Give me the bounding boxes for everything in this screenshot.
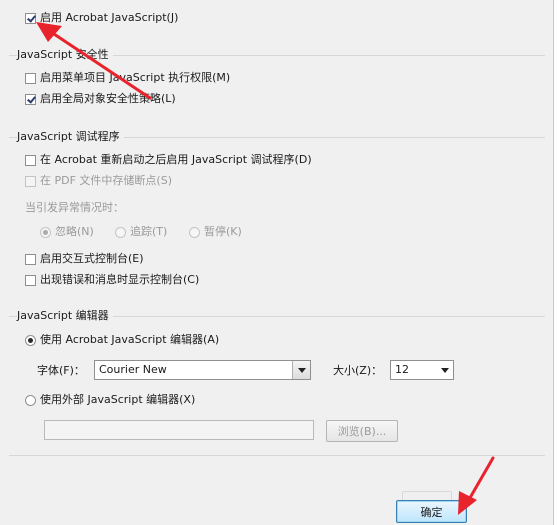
exception-pause-radio-row: 暂停(K) (189, 224, 242, 240)
menu-js-checkbox-row[interactable]: 启用菜单项目 JavaScript 执行权限(M) (25, 70, 230, 86)
global-security-checkbox-row[interactable]: 启用全局对象安全性策略(L) (25, 91, 176, 107)
exception-ignore-radio-row: 忽略(N) (40, 224, 94, 240)
chevron-down-icon[interactable] (292, 361, 310, 379)
exception-label: 当引发异常情况时： (25, 201, 124, 214)
debugger-restart-checkbox-row[interactable]: 在 Acrobat 重新启动之后启用 JavaScript 调试程序(D) (25, 152, 312, 168)
bottom-divider (9, 455, 545, 456)
debugger-restart-label: 在 Acrobat 重新启动之后启用 JavaScript 调试程序(D) (40, 153, 312, 166)
editor-group: JavaScript 编辑器 (9, 309, 545, 323)
exception-ignore-radio (40, 226, 51, 238)
browse-button-label: 浏览(B)... (337, 425, 387, 438)
show-console-checkbox[interactable] (25, 274, 36, 286)
use-external-editor-label: 使用外部 JavaScript 编辑器(X) (40, 393, 196, 406)
use-acrobat-editor-radio[interactable] (25, 334, 36, 346)
font-select-value: Courier New (99, 363, 167, 376)
size-label: 大小(Z)： (333, 364, 383, 377)
store-breakpoints-label: 在 PDF 文件中存储断点(S) (40, 174, 172, 187)
debugger-restart-checkbox[interactable] (25, 154, 36, 166)
use-acrobat-editor-radio-row[interactable]: 使用 Acrobat JavaScript 编辑器(A) (25, 332, 219, 348)
ok-button[interactable]: 确定 (396, 500, 467, 523)
menu-js-label: 启用菜单项目 JavaScript 执行权限(M) (40, 71, 231, 84)
exception-ignore-label: 忽略(N) (55, 225, 94, 238)
editor-group-title: JavaScript 编辑器 (17, 309, 113, 323)
store-breakpoints-checkbox-row: 在 PDF 文件中存储断点(S) (25, 173, 172, 189)
use-external-editor-radio-row[interactable]: 使用外部 JavaScript 编辑器(X) (25, 392, 195, 408)
enable-js-checkbox-row[interactable]: 启用 Acrobat JavaScript(J) (25, 10, 178, 26)
debugger-group-title: JavaScript 调试程序 (17, 130, 124, 144)
global-security-checkbox[interactable] (25, 93, 36, 105)
font-label: 字体(F)： (37, 364, 85, 377)
browse-button: 浏览(B)... (326, 420, 398, 442)
chevron-down-icon[interactable] (436, 361, 453, 379)
security-group-title: JavaScript 安全性 (17, 48, 113, 62)
interactive-console-checkbox-row[interactable]: 启用交互式控制台(E) (25, 251, 144, 267)
external-editor-path-input (44, 420, 314, 440)
exception-trace-radio (115, 226, 126, 238)
store-breakpoints-checkbox (25, 175, 36, 187)
use-external-editor-radio[interactable] (25, 394, 36, 406)
preferences-panel: 启用 Acrobat JavaScript(J) JavaScript 安全性 … (0, 0, 554, 525)
exception-pause-radio (189, 226, 200, 238)
exception-trace-radio-row: 追踪(T) (115, 224, 167, 240)
exception-trace-label: 追踪(T) (130, 225, 168, 238)
show-console-label: 出现错误和消息时显示控制台(C) (40, 273, 200, 286)
interactive-console-label: 启用交互式控制台(E) (40, 252, 144, 265)
debugger-group: JavaScript 调试程序 (9, 130, 545, 144)
menu-js-checkbox[interactable] (25, 72, 36, 84)
font-select[interactable]: Courier New (94, 360, 311, 380)
show-console-checkbox-row[interactable]: 出现错误和消息时显示控制台(C) (25, 272, 199, 288)
ok-button-label: 确定 (420, 505, 443, 519)
interactive-console-checkbox[interactable] (25, 253, 36, 265)
global-security-label: 启用全局对象安全性策略(L) (40, 92, 176, 105)
exception-pause-label: 暂停(K) (204, 225, 242, 238)
enable-js-label: 启用 Acrobat JavaScript(J) (40, 11, 179, 24)
security-group: JavaScript 安全性 (9, 48, 545, 62)
size-select[interactable]: 12 (390, 360, 454, 380)
size-select-value: 12 (395, 363, 409, 376)
enable-js-checkbox[interactable] (25, 12, 36, 24)
use-acrobat-editor-label: 使用 Acrobat JavaScript 编辑器(A) (40, 333, 220, 346)
